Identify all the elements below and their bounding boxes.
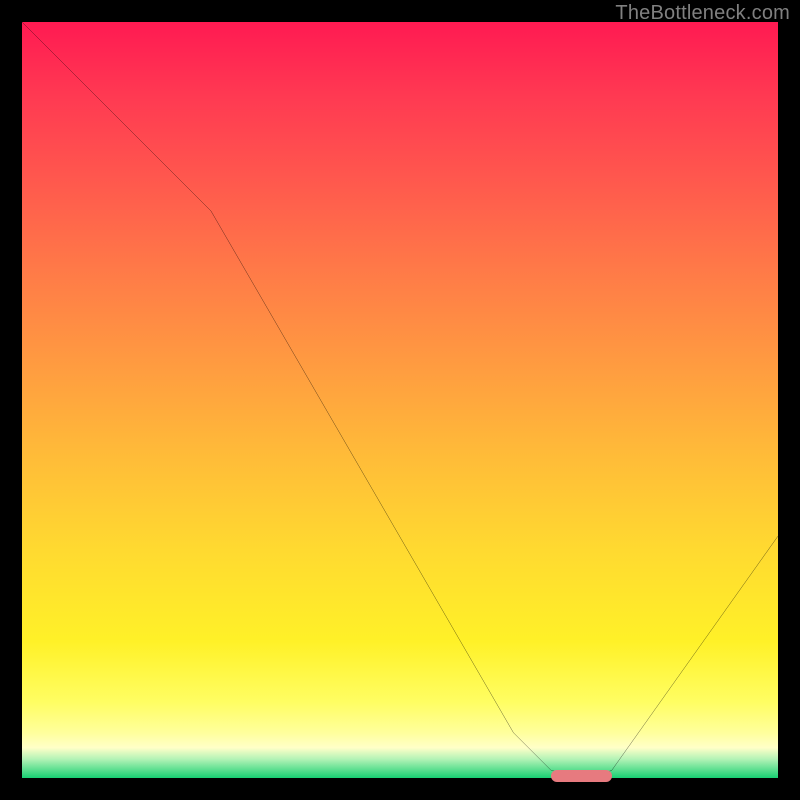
- plot-area: [22, 22, 778, 778]
- bottleneck-curve: [22, 22, 778, 778]
- chart-frame: TheBottleneck.com: [0, 0, 800, 800]
- optimal-marker: [551, 770, 611, 782]
- watermark-text: TheBottleneck.com: [615, 2, 790, 25]
